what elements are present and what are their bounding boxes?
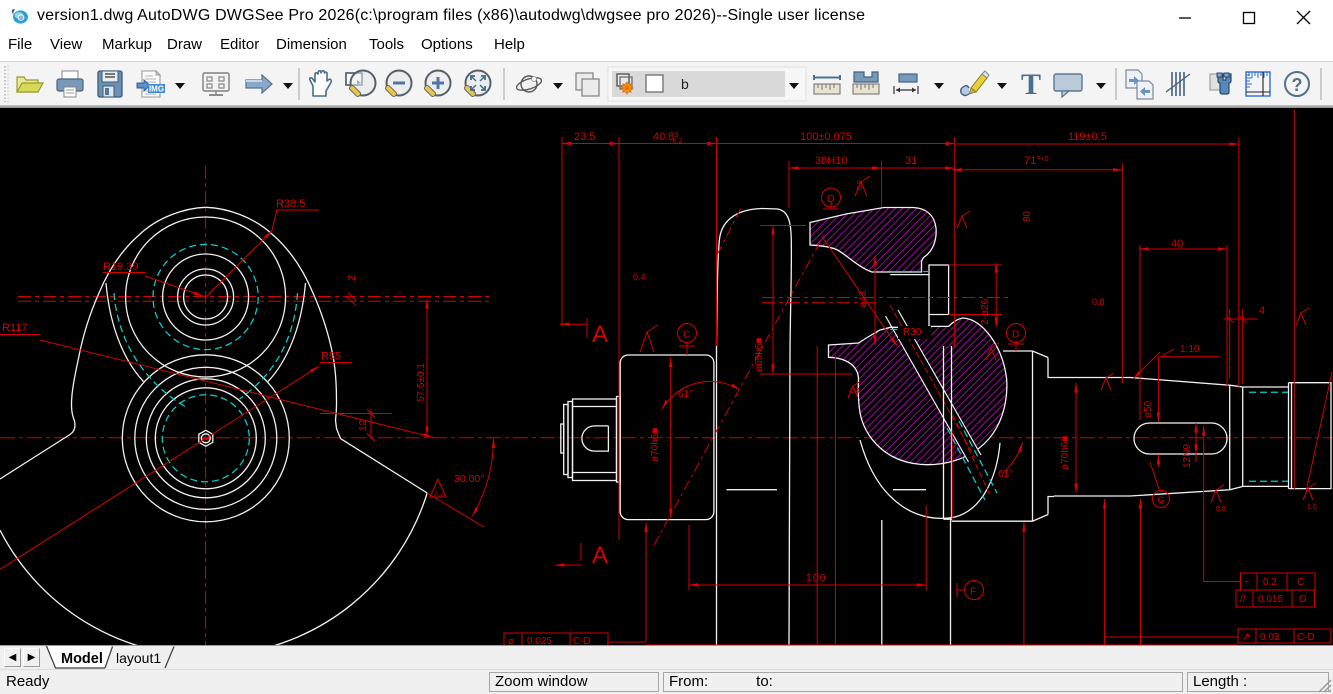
svg-text:38H10: 38H10 [815, 155, 847, 167]
svg-text:R30: R30 [903, 327, 922, 338]
svg-text://: // [1240, 594, 1246, 605]
svg-text:0.025: 0.025 [527, 636, 552, 645]
svg-text:÷: ÷ [1244, 577, 1250, 588]
svg-text:C: C [683, 330, 690, 341]
svg-text:C-D: C-D [1297, 632, 1315, 643]
svg-text:40.80-0.2: 40.80-0.2 [653, 131, 682, 145]
svg-text:12: 12 [358, 419, 369, 431]
svg-text:1.6: 1.6 [433, 491, 444, 501]
svg-text:31: 31 [905, 155, 917, 167]
svg-text:0.8: 0.8 [1216, 506, 1226, 513]
svg-text:ø70h6■: ø70h6■ [1060, 436, 1071, 470]
svg-text:R117: R117 [2, 322, 27, 334]
svg-text:G: G [1299, 594, 1307, 605]
svg-text:119±0.5: 119±0.5 [1068, 131, 1107, 143]
svg-text:0.015: 0.015 [1258, 594, 1283, 605]
svg-text:ø43: ø43 [858, 290, 869, 308]
svg-text:IMG: IMG [149, 85, 164, 94]
svg-text:D: D [1012, 330, 1019, 341]
svg-text:ø70h6■: ø70h6■ [650, 428, 661, 462]
svg-text:1:10: 1:10 [1180, 344, 1200, 355]
svg-text:0.4: 0.4 [850, 388, 860, 395]
svg-text:61°: 61° [998, 469, 1013, 480]
svg-text:4: 4 [1259, 305, 1265, 317]
svg-text:R19.39: R19.39 [103, 261, 138, 273]
svg-text:Q: Q [827, 194, 835, 205]
svg-text:71°+5': 71°+5' [1024, 155, 1050, 167]
svg-text:↗: ↗ [1242, 632, 1250, 643]
svg-text:G: G [1158, 495, 1165, 505]
svg-text:Model: Model [61, 651, 103, 667]
svg-text:R55: R55 [321, 351, 341, 363]
svg-text:?: ? [1292, 75, 1303, 95]
svg-text:0.03: 0.03 [1260, 632, 1280, 643]
svg-text:layout1: layout1 [116, 650, 161, 666]
svg-text:30.00°: 30.00° [454, 473, 484, 485]
svg-text:100±0.075: 100±0.075 [800, 131, 852, 143]
svg-text:F: F [970, 587, 976, 598]
svg-text:b: b [681, 76, 689, 92]
svg-text:40: 40 [1171, 238, 1183, 250]
svg-text:C-D: C-D [573, 636, 591, 645]
svg-text:C: C [1297, 577, 1304, 588]
svg-text:1.6: 1.6 [1307, 504, 1317, 511]
svg-text:80: 80 [1022, 210, 1033, 222]
svg-text:2-ø26: 2-ø26 [980, 298, 991, 325]
svg-text:A: A [592, 321, 608, 348]
svg-text:⌀: ⌀ [508, 636, 514, 645]
svg-text:R38.5: R38.5 [276, 198, 305, 210]
svg-text:0.8: 0.8 [1092, 297, 1105, 307]
svg-text:ø65h6■: ø65h6■ [754, 338, 765, 372]
svg-text:ø50: ø50 [1143, 400, 1154, 418]
svg-text:2: 2 [346, 275, 358, 281]
svg-text:T: T [1021, 68, 1041, 101]
svg-text:61°: 61° [678, 389, 693, 400]
svg-text:100: 100 [806, 572, 827, 584]
svg-text:12N9: 12N9 [1182, 444, 1193, 468]
svg-text:23.5: 23.5 [574, 131, 595, 143]
svg-text:0.2: 0.2 [1263, 577, 1277, 588]
svg-text:A: A [592, 542, 608, 569]
svg-text:57.5±0.1: 57.5±0.1 [416, 363, 427, 402]
svg-text:0.9: 0.9 [857, 180, 864, 190]
svg-text:0.4: 0.4 [633, 272, 646, 282]
